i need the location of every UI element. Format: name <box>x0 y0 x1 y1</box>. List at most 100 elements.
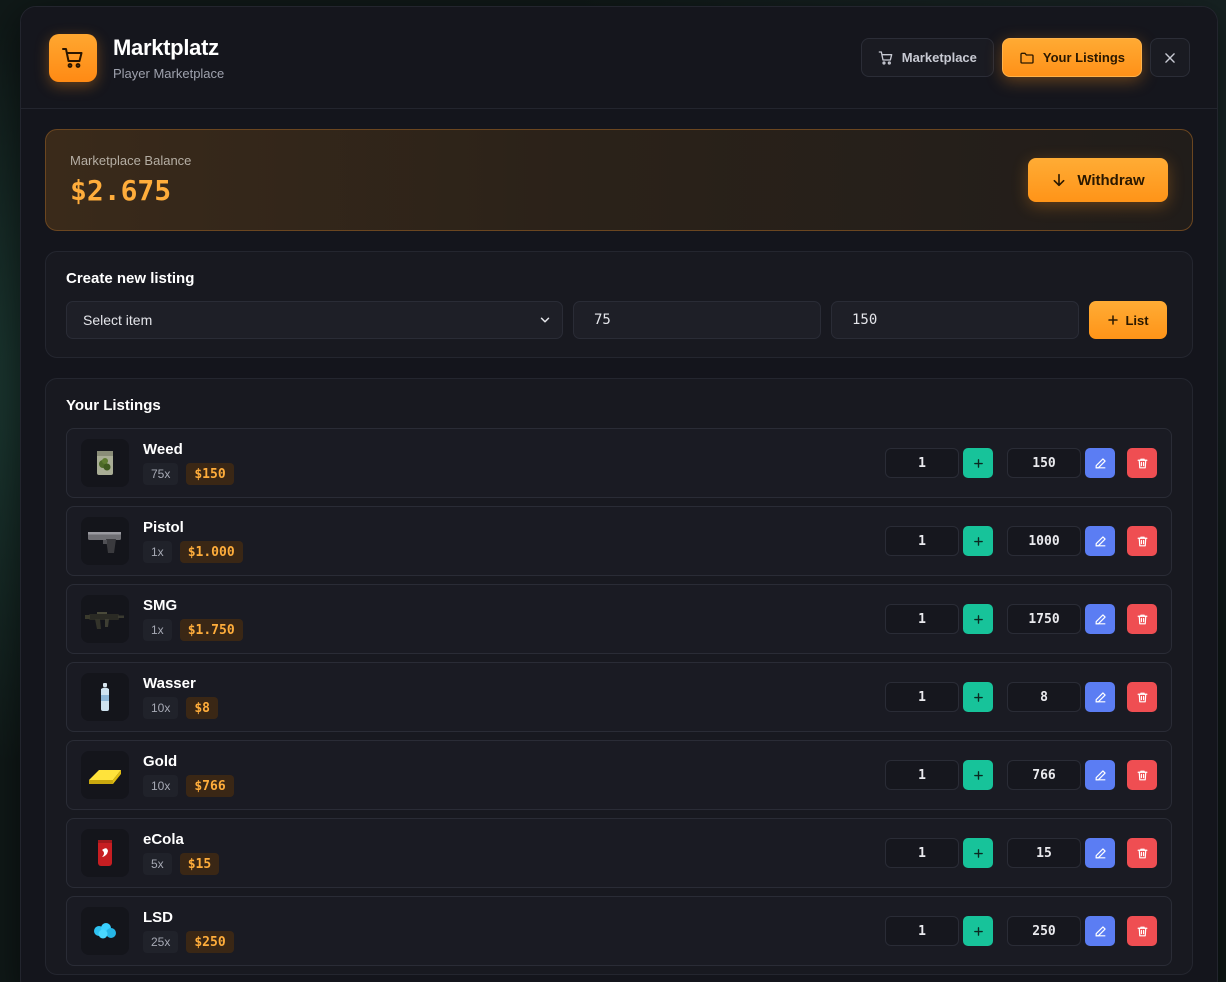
gold-bar-icon <box>81 751 129 799</box>
trash-icon <box>1137 926 1147 936</box>
listing-quantity-badge: 10x <box>143 775 179 797</box>
add-amount-input[interactable] <box>885 682 959 712</box>
delete-listing-button[interactable] <box>1127 838 1157 868</box>
your-listings-tab-button[interactable]: Your Listings <box>1001 38 1142 77</box>
listing-price-badge: $1.750 <box>179 619 243 641</box>
listing-quantity-badge: 1x <box>143 541 172 563</box>
delete-listing-button[interactable] <box>1127 448 1157 478</box>
withdraw-button[interactable]: Withdraw <box>1028 158 1168 202</box>
add-stock-button[interactable] <box>963 916 993 946</box>
listing-price-badge: $766 <box>186 775 234 797</box>
edit-price-input[interactable] <box>1007 682 1081 712</box>
edit-price-input[interactable] <box>1007 838 1081 868</box>
pencil-icon <box>1095 535 1106 546</box>
listing-row: Gold 10x $766 <box>66 740 1172 810</box>
folder-icon <box>1019 50 1035 66</box>
listing-name: LSD <box>143 909 173 926</box>
listing-row: Pistol 1x $1.000 <box>66 506 1172 576</box>
delete-listing-button[interactable] <box>1127 682 1157 712</box>
listing-price-badge: $1.000 <box>179 541 243 563</box>
listing-amount-input[interactable] <box>573 301 821 339</box>
trash-icon <box>1137 536 1147 546</box>
add-stock-button[interactable] <box>963 526 993 556</box>
trash-icon <box>1137 848 1147 858</box>
create-listing-panel: Create new listing Select item 75 150 Li… <box>45 251 1193 358</box>
edit-price-button[interactable] <box>1085 682 1115 712</box>
listing-price-badge: $8 <box>186 697 219 719</box>
list-button[interactable]: List <box>1089 301 1167 339</box>
listing-name: eCola <box>143 831 184 848</box>
edit-price-input[interactable] <box>1007 526 1081 556</box>
balance-card: Marketplace Balance $2.675 Withdraw <box>45 129 1193 231</box>
plus-icon <box>973 848 983 858</box>
edit-price-button[interactable] <box>1085 604 1115 634</box>
listing-name: Wasser <box>143 675 196 692</box>
plus-icon <box>973 536 983 546</box>
plus-icon <box>1107 314 1119 326</box>
cart-icon <box>878 50 894 66</box>
edit-price-input[interactable] <box>1007 760 1081 790</box>
add-stock-button[interactable] <box>963 604 993 634</box>
create-listing-title: Create new listing <box>66 270 195 287</box>
pencil-icon <box>1095 457 1106 468</box>
listing-quantity-badge: 5x <box>143 853 172 875</box>
listing-price-badge: $250 <box>186 931 234 953</box>
add-stock-button[interactable] <box>963 838 993 868</box>
edit-price-button[interactable] <box>1085 916 1115 946</box>
water-bottle-icon <box>81 673 129 721</box>
edit-price-input[interactable] <box>1007 604 1081 634</box>
arrow-down-icon <box>1051 172 1067 188</box>
listing-price-badge: $15 <box>179 853 220 875</box>
delete-listing-button[interactable] <box>1127 604 1157 634</box>
edit-price-button[interactable] <box>1085 760 1115 790</box>
listing-row: Weed 75x $150 <box>66 428 1172 498</box>
withdraw-label: Withdraw <box>1077 171 1145 189</box>
add-amount-input[interactable] <box>885 760 959 790</box>
smg-icon <box>81 595 129 643</box>
delete-listing-button[interactable] <box>1127 916 1157 946</box>
add-stock-button[interactable] <box>963 760 993 790</box>
edit-price-button[interactable] <box>1085 838 1115 868</box>
listing-row: SMG 1x $1.750 <box>66 584 1172 654</box>
cola-can-icon <box>81 829 129 877</box>
edit-price-button[interactable] <box>1085 526 1115 556</box>
marketplace-window: Marktplatz Player Marketplace Marketplac… <box>20 6 1218 982</box>
listing-quantity-badge: 25x <box>143 931 179 953</box>
listing-name: Pistol <box>143 519 184 536</box>
marketplace-tab-button[interactable]: Marketplace <box>860 38 994 77</box>
add-amount-input[interactable] <box>885 448 959 478</box>
pencil-icon <box>1095 613 1106 624</box>
plus-icon <box>973 458 983 468</box>
balance-value: $2.675 <box>70 174 172 207</box>
your-listings-panel: Your Listings Weed 75x $150 Pisto <box>45 378 1193 975</box>
plus-icon <box>973 926 983 936</box>
pistol-icon <box>81 517 129 565</box>
listing-row: Wasser 10x $8 <box>66 662 1172 732</box>
add-amount-input[interactable] <box>885 526 959 556</box>
item-select[interactable]: Select item <box>66 301 563 339</box>
app-title: Marktplatz <box>113 34 219 60</box>
trash-icon <box>1137 458 1147 468</box>
item-select-value: Select item <box>83 312 153 328</box>
pencil-icon <box>1095 925 1106 936</box>
app-subtitle: Player Marketplace <box>113 65 225 81</box>
listing-price-input[interactable] <box>831 301 1079 339</box>
plus-icon <box>973 692 983 702</box>
add-stock-button[interactable] <box>963 682 993 712</box>
add-stock-button[interactable] <box>963 448 993 478</box>
listing-quantity-badge: 75x <box>143 463 179 485</box>
add-amount-input[interactable] <box>885 838 959 868</box>
close-button[interactable] <box>1150 38 1190 77</box>
listing-name: Gold <box>143 753 178 770</box>
delete-listing-button[interactable] <box>1127 760 1157 790</box>
cart-logo-icon <box>49 33 97 82</box>
delete-listing-button[interactable] <box>1127 526 1157 556</box>
edit-price-input[interactable] <box>1007 916 1081 946</box>
add-amount-input[interactable] <box>885 604 959 634</box>
your-listings-tab-label: Your Listings <box>1042 50 1125 65</box>
edit-price-button[interactable] <box>1085 448 1115 478</box>
add-amount-input[interactable] <box>885 916 959 946</box>
edit-price-input[interactable] <box>1007 448 1081 478</box>
trash-icon <box>1137 614 1147 624</box>
lsd-icon <box>81 907 129 955</box>
